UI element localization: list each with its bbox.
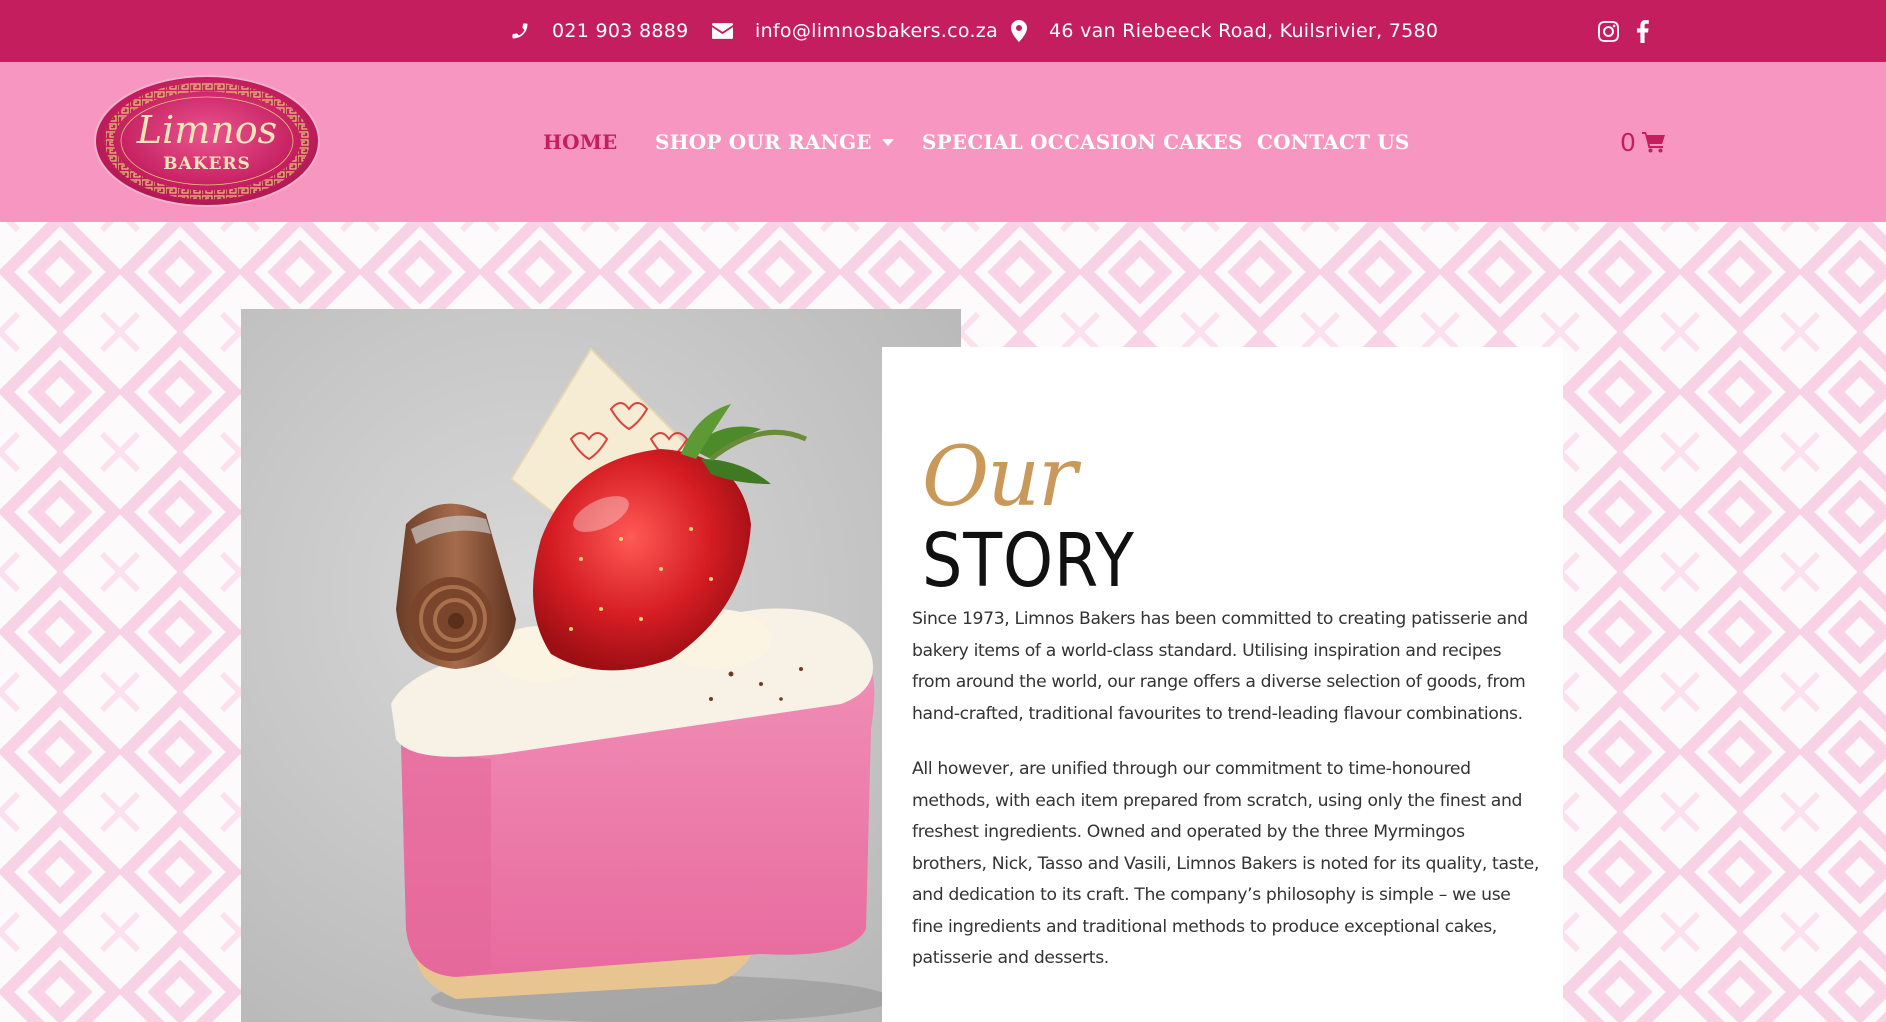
- nav-home[interactable]: HOME: [543, 62, 618, 222]
- nav-special-label: SPECIAL OCCASION CAKES: [922, 130, 1243, 154]
- envelope-icon: [712, 23, 733, 39]
- phone-number: 021 903 8889: [552, 20, 689, 42]
- cart-count: 0: [1620, 127, 1636, 157]
- site-header: Limnos BAKERS HOME SHOP OUR RANGE SPECIA…: [0, 62, 1886, 222]
- phone-icon: [512, 23, 528, 39]
- email-address: info@limnosbakers.co.za: [755, 20, 999, 42]
- address-contact[interactable]: 46 van Riebeeck Road, Kuilsrivier, 7580: [1011, 0, 1438, 62]
- heading-our: Our: [922, 430, 1077, 525]
- facebook-link[interactable]: [1636, 0, 1649, 62]
- logo-wordmark: Limnos: [136, 108, 277, 152]
- map-pin-icon: [1011, 20, 1027, 42]
- nav-shop-our-range[interactable]: SHOP OUR RANGE: [655, 62, 894, 222]
- strawberry-mousse-cake-image: [391, 347, 891, 1022]
- nav-contact-label: CONTACT US: [1257, 130, 1410, 154]
- our-story-card: Our STORY Since 1973, Limnos Bakers has …: [882, 347, 1563, 1022]
- nav-special-occasion-cakes[interactable]: SPECIAL OCCASION CAKES: [922, 62, 1243, 222]
- top-contact-bar: 021 903 8889 info@limnosbakers.co.za 46 …: [0, 0, 1886, 62]
- street-address: 46 van Riebeeck Road, Kuilsrivier, 7580: [1049, 20, 1439, 42]
- cart-button[interactable]: 0: [1620, 62, 1666, 222]
- nav-home-label: HOME: [543, 130, 618, 154]
- chevron-down-icon: [881, 138, 894, 146]
- our-story-section: Our STORY Since 1973, Limnos Bakers has …: [0, 222, 1886, 1022]
- instagram-link[interactable]: [1598, 0, 1619, 62]
- shopping-cart-icon: [1641, 132, 1665, 153]
- story-paragraph-2: All however, are unified through our com…: [912, 759, 1539, 968]
- phone-contact[interactable]: 021 903 8889: [510, 0, 689, 62]
- nav-shop-label: SHOP OUR RANGE: [655, 130, 872, 154]
- story-paragraph-1: Since 1973, Limnos Bakers has been commi…: [912, 609, 1528, 724]
- cake-photo: [241, 309, 961, 1022]
- email-contact[interactable]: info@limnosbakers.co.za: [712, 0, 998, 62]
- logo-subtitle: BAKERS: [163, 154, 251, 174]
- heading-story: STORY: [922, 518, 1135, 604]
- nav-contact-us[interactable]: CONTACT US: [1257, 62, 1410, 222]
- facebook-icon: [1636, 19, 1649, 43]
- instagram-icon: [1598, 20, 1619, 42]
- limnos-logo[interactable]: Limnos BAKERS: [94, 75, 320, 207]
